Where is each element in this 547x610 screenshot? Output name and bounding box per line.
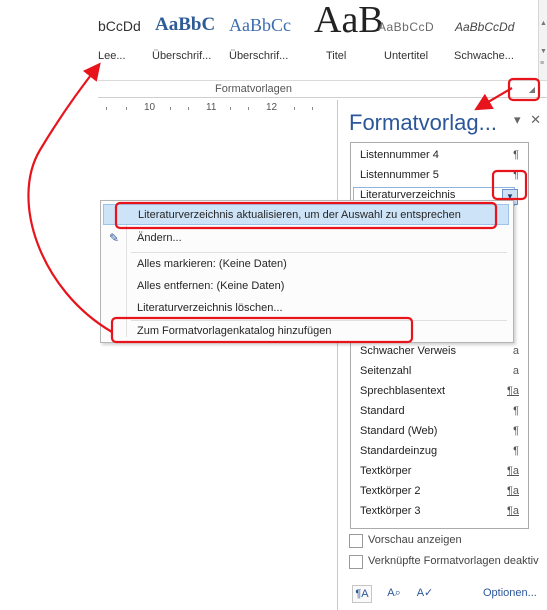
style-context-menu: Literaturverzeichnis aktualisieren, um d…	[100, 200, 514, 343]
ruler-tick	[188, 107, 189, 110]
close-icon[interactable]: ✕	[530, 112, 541, 128]
ruler-number: 11	[206, 102, 217, 113]
paragraph-mark-icon: ¶	[513, 405, 519, 417]
paragraph-mark-icon: ¶	[513, 169, 519, 181]
character-mark-icon: a	[512, 365, 519, 377]
style-row[interactable]: Listennummer 5 ¶	[351, 166, 528, 186]
menu-separator	[131, 252, 507, 253]
menu-item-label: Literaturverzeichnis löschen...	[137, 302, 283, 314]
menu-item-modify[interactable]: ✎ Ändern...	[103, 228, 509, 249]
style-row[interactable]: Listennummer 4 ¶	[351, 146, 528, 166]
ruler-number: 12	[266, 102, 278, 113]
manage-styles-button[interactable]: A✓	[416, 585, 434, 601]
menu-item-add-to-gallery[interactable]: Zum Formatvorlagenkatalog hinzufügen	[103, 321, 509, 342]
style-inspector-icon: A⌕	[387, 587, 401, 599]
ruler-tick	[170, 107, 171, 110]
menu-item-delete[interactable]: Literaturverzeichnis löschen...	[103, 298, 509, 319]
group-label: Formatvorlagen	[215, 83, 293, 95]
linked-mark-icon: ¶a	[506, 485, 519, 497]
menu-item-label: Literaturverzeichnis aktualisieren, um d…	[138, 209, 461, 221]
style-name: Textkörper 3	[360, 505, 421, 517]
style-label: Überschrif...	[229, 50, 289, 62]
style-row[interactable]: Textkörper ¶a	[351, 462, 528, 482]
menu-item-update-to-match[interactable]: Literaturverzeichnis aktualisieren, um d…	[103, 204, 509, 225]
style-name: Standardeinzug	[360, 445, 438, 457]
style-name: Standard	[360, 405, 405, 417]
style-preview: AaBbCcDd	[455, 20, 515, 34]
menu-item-select-all[interactable]: Alles markieren: (Keine Daten)	[103, 254, 509, 275]
menu-item-label: Zum Formatvorlagenkatalog hinzufügen	[137, 325, 332, 337]
ruler-tick	[106, 107, 107, 110]
style-row[interactable]: Standard ¶	[351, 402, 528, 422]
pane-menu-icon[interactable]: ▾	[514, 112, 521, 128]
ruler-tick	[312, 107, 313, 110]
style-label: Untertitel	[384, 50, 429, 62]
style-row[interactable]: Textkörper 3 ¶a	[351, 502, 528, 522]
horizontal-ruler[interactable]: 10 11 12	[98, 98, 338, 116]
checkbox-box[interactable]	[349, 534, 363, 548]
paragraph-mark-icon: ¶	[513, 445, 519, 457]
new-style-icon: ¶A	[355, 588, 369, 600]
pane-controls: ▾ ✕	[508, 112, 541, 128]
checkbox-box[interactable]	[349, 555, 363, 569]
modify-style-icon: ✎	[109, 231, 120, 245]
style-name: Textkörper 2	[360, 485, 421, 497]
character-mark-icon: a	[512, 345, 519, 357]
style-row[interactable]: Sprechblasentext ¶a	[351, 382, 528, 402]
style-row[interactable]: Seitenzahl a	[351, 362, 528, 382]
checkbox-label: Verknüpfte Formatvorlagen deaktiv	[368, 555, 539, 567]
style-name: Textkörper	[360, 465, 412, 477]
ruler-tick	[126, 107, 127, 110]
menu-item-label: Alles entfernen: (Keine Daten)	[137, 280, 285, 292]
style-label: Überschrif...	[152, 50, 212, 62]
style-name: Standard (Web)	[360, 425, 438, 437]
linked-mark-icon: ¶a	[506, 465, 519, 477]
style-row[interactable]: Standardeinzug ¶	[351, 442, 528, 462]
menu-item-label: Ändern...	[137, 232, 182, 244]
style-name: Seitenzahl	[360, 365, 412, 377]
ribbon-divider	[98, 80, 547, 81]
paragraph-mark-icon: ¶	[513, 149, 519, 161]
linked-mark-icon: ¶a	[506, 505, 519, 517]
menu-item-label: Alles markieren: (Keine Daten)	[137, 258, 287, 270]
menu-item-remove-all[interactable]: Alles entfernen: (Keine Daten)	[103, 276, 509, 297]
ruler-tick	[294, 107, 295, 110]
style-row[interactable]: Schwacher Verweis a	[351, 342, 528, 362]
gallery-scrollbar[interactable]: ▲ ▼ ≡	[538, 0, 547, 80]
style-row[interactable]: Textkörper 2 ¶a	[351, 482, 528, 502]
styles-pane: Formatvorlag... ▾ ✕ Listennummer 4 ¶ Lis…	[337, 100, 547, 610]
options-link[interactable]: Optionen...	[483, 587, 537, 599]
ruler-number: 10	[144, 102, 156, 113]
style-name: Schwacher Verweis	[360, 345, 456, 357]
style-preview: AaBbC	[155, 14, 216, 35]
style-name: Sprechblasentext	[360, 385, 445, 397]
new-style-button[interactable]: ¶A	[352, 585, 372, 603]
style-row[interactable]: Standard (Web) ¶	[351, 422, 528, 442]
manage-styles-icon: A✓	[416, 587, 434, 599]
style-preview: AaBbCcD	[378, 20, 435, 34]
styles-dialog-launcher-icon[interactable]: ◢	[526, 84, 538, 96]
style-preview: AaBbCc	[229, 15, 291, 35]
style-preview: bCcDd	[98, 18, 141, 34]
style-name: Listennummer 5	[360, 169, 439, 181]
scroll-down-icon[interactable]: ▼	[540, 48, 547, 55]
style-label: Schwache...	[454, 50, 514, 62]
style-inspector-button[interactable]: A⌕	[385, 585, 403, 601]
checkbox-label: Vorschau anzeigen	[368, 534, 462, 546]
ruler-tick	[230, 107, 231, 110]
style-label: Lee...	[98, 50, 126, 62]
more-styles-icon[interactable]: ≡	[540, 60, 544, 67]
style-gallery: bCcDd Lee... AaBbC Überschrif... AaBbCc …	[98, 0, 538, 80]
paragraph-mark-icon: ¶	[513, 425, 519, 437]
style-label: Titel	[326, 50, 347, 62]
style-name: Listennummer 4	[360, 149, 439, 161]
ruler-tick	[248, 107, 249, 110]
scroll-up-icon[interactable]: ▲	[540, 20, 547, 27]
style-preview: AaB	[314, 0, 384, 41]
linked-mark-icon: ¶a	[506, 385, 519, 397]
pane-title: Formatvorlag...	[349, 110, 497, 135]
